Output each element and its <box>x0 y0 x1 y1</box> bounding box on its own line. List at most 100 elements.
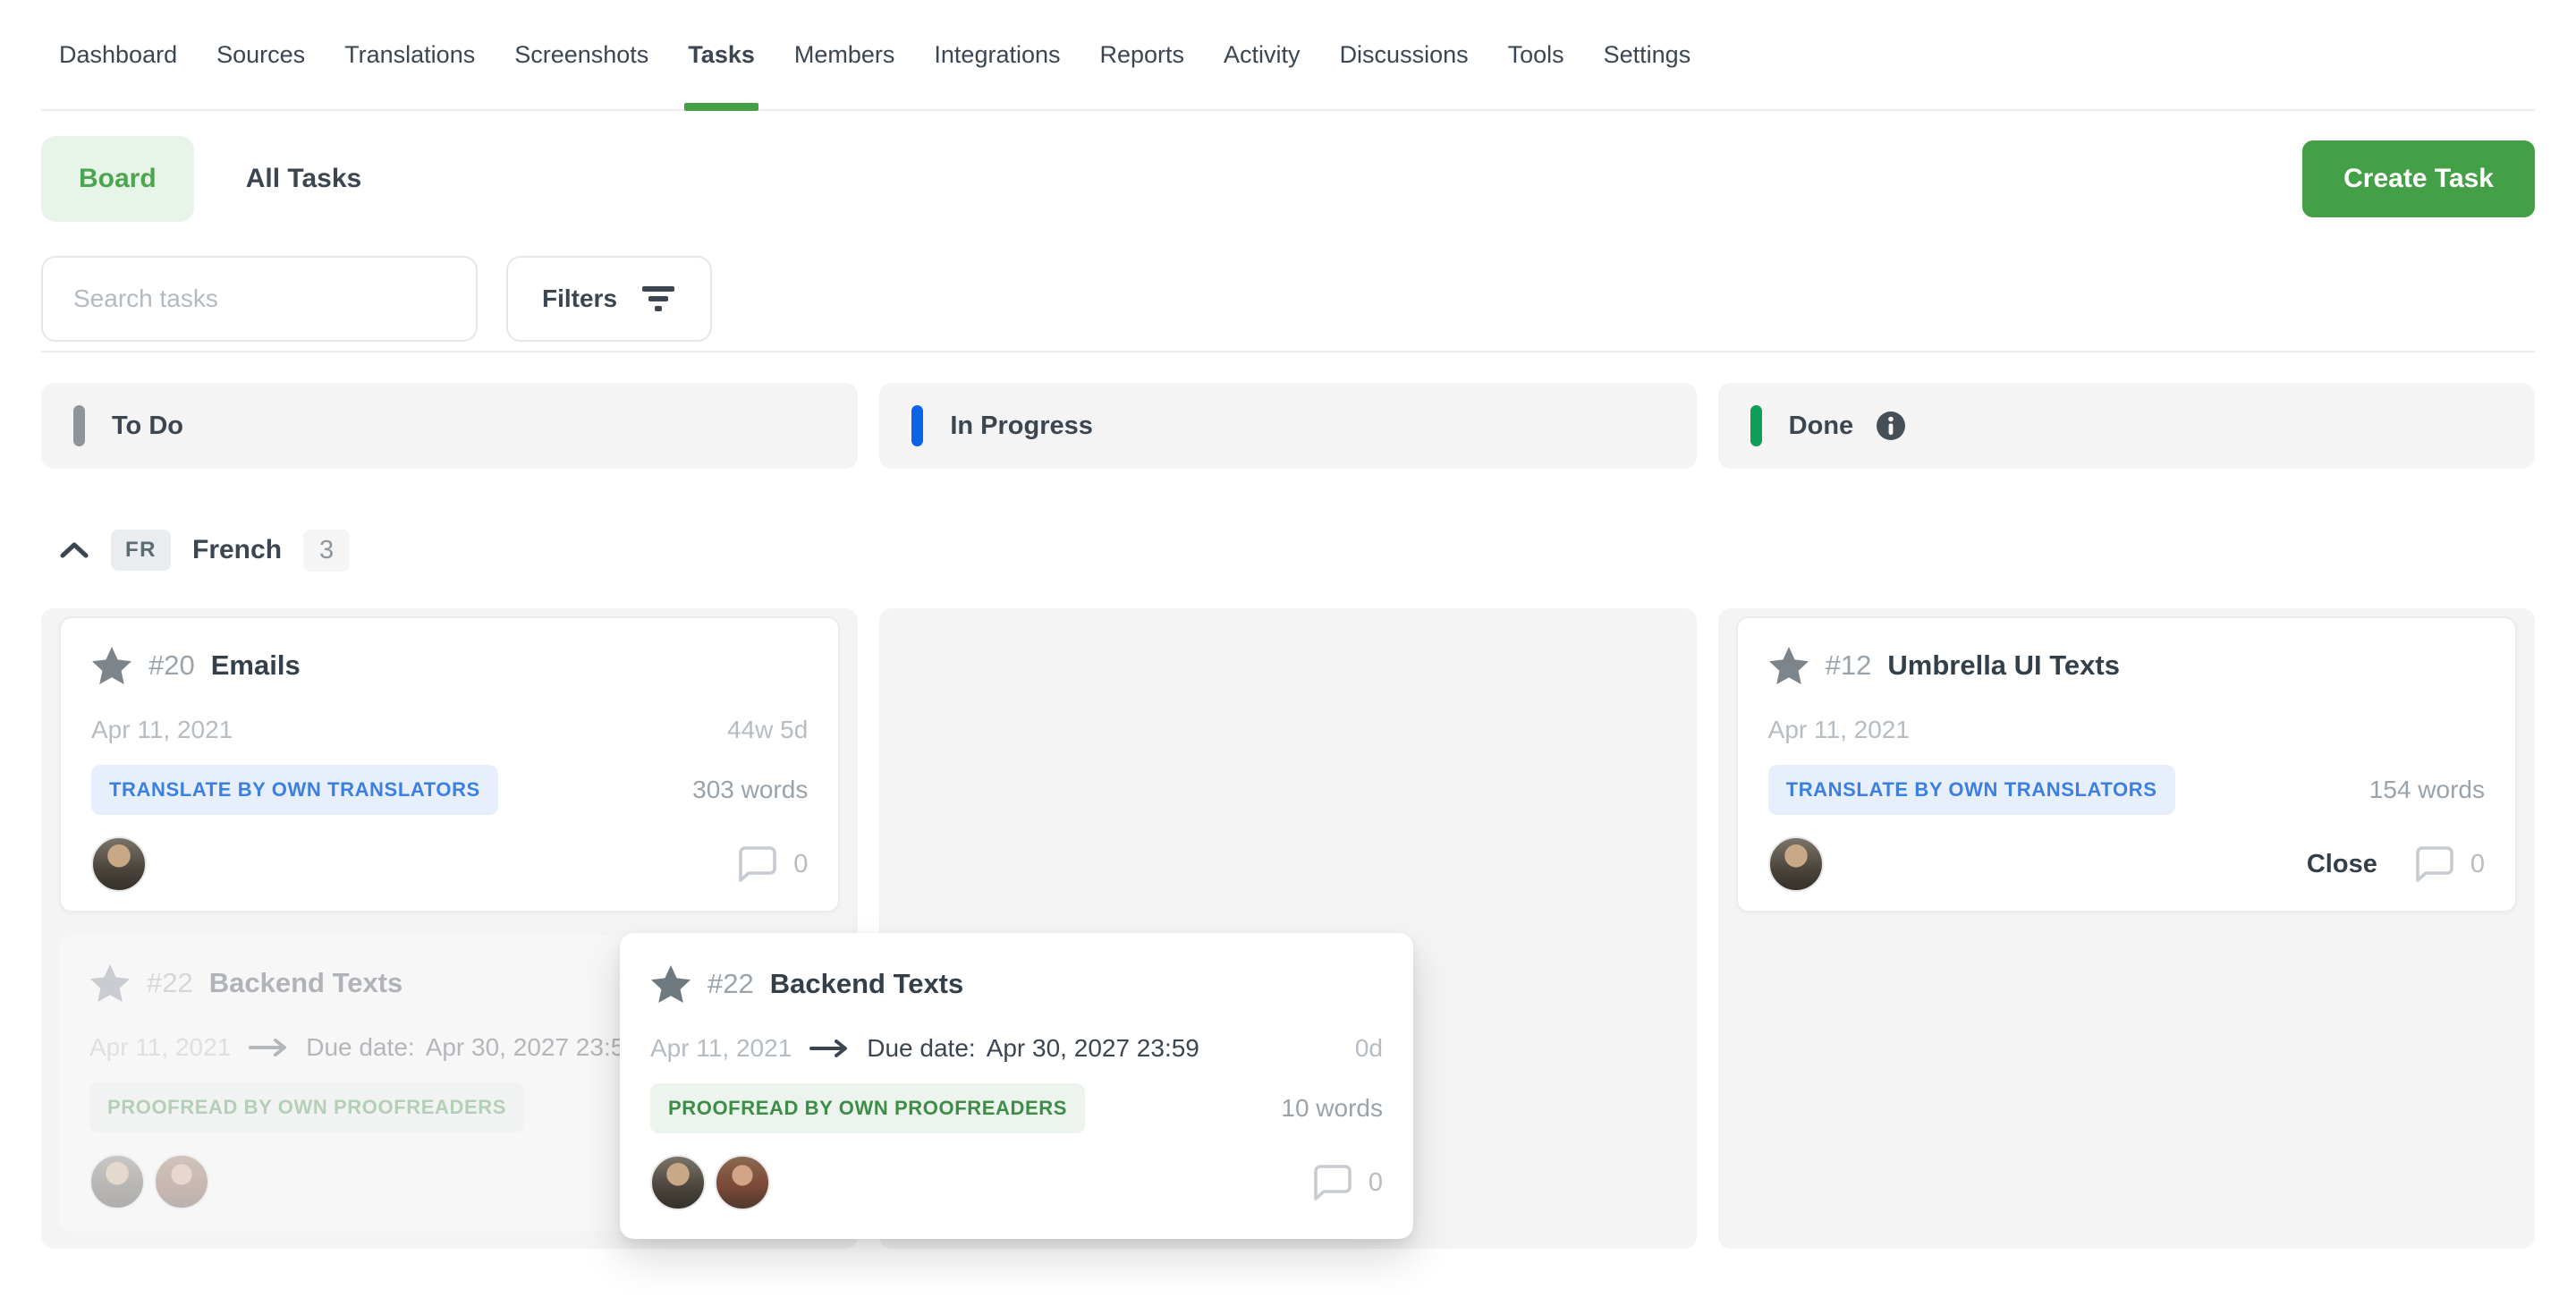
avatar <box>154 1154 209 1209</box>
tab-board[interactable]: Board <box>41 136 194 222</box>
filters-button-label: Filters <box>542 284 617 313</box>
card-footer: Close 0 <box>1768 836 2485 892</box>
task-card-emails[interactable]: #20 Emails Apr 11, 2021 44w 5d TRANSLATE… <box>59 616 840 912</box>
task-date: Apr 11, 2021 <box>650 1034 792 1063</box>
task-type-tag: TRANSLATE BY OWN TRANSLATORS <box>1768 765 2175 815</box>
column-header-label: Done <box>1789 411 1854 441</box>
avatar <box>91 836 147 892</box>
assignee-avatars <box>1768 836 1824 892</box>
card-footer-actions: Close 0 <box>2307 844 2485 884</box>
avatar <box>89 1154 145 1209</box>
in-progress-status-bar <box>911 405 923 446</box>
speech-bubble-icon <box>736 844 777 884</box>
nav-item-integrations[interactable]: Integrations <box>914 0 1080 109</box>
card-meta-row: Apr 11, 2021 <box>1768 715 2485 745</box>
avatar <box>1768 836 1824 892</box>
due-date-label: Due date: <box>867 1034 975 1063</box>
card-title-row: #22 Backend Texts <box>650 963 1383 1005</box>
column-done: #12 Umbrella UI Texts Apr 11, 2021 TRANS… <box>1718 608 2535 1249</box>
card-tag-row: PROOFREAD BY OWN PROOFREADERS 10 words <box>650 1085 1383 1132</box>
task-title: Emails <box>211 649 301 682</box>
card-tag-row: TRANSLATE BY OWN TRANSLATORS 303 words <box>91 767 808 813</box>
task-word-count: 10 words <box>1281 1094 1383 1123</box>
star-icon[interactable] <box>650 964 691 1004</box>
task-time-left: 0d <box>1355 1034 1383 1063</box>
tasks-board-page: Dashboard Sources Translations Screensho… <box>0 0 2576 1298</box>
filter-lines-icon <box>640 284 676 314</box>
nav-item-activity[interactable]: Activity <box>1204 0 1320 109</box>
nav-item-settings[interactable]: Settings <box>1584 0 1711 109</box>
column-headers: To Do In Progress Done <box>41 383 2535 469</box>
nav-item-translations[interactable]: Translations <box>325 0 495 109</box>
avatar <box>715 1155 770 1210</box>
star-icon[interactable] <box>1768 646 1809 685</box>
card-meta-row: Apr 11, 2021 44w 5d <box>91 715 808 745</box>
arrow-right-icon <box>809 1038 849 1059</box>
star-icon[interactable] <box>91 646 132 685</box>
card-footer: 0 <box>91 836 808 892</box>
card-title-row: #12 Umbrella UI Texts <box>1768 645 2485 686</box>
avatar <box>650 1155 706 1210</box>
task-card-umbrella[interactable]: #12 Umbrella UI Texts Apr 11, 2021 TRANS… <box>1736 616 2517 912</box>
nav-item-reports[interactable]: Reports <box>1080 0 1205 109</box>
task-id: #22 <box>708 968 754 1000</box>
view-toggle-row: Board All Tasks Create Task <box>41 134 2535 224</box>
comments-control[interactable]: 0 <box>736 844 808 884</box>
column-header-done: Done <box>1718 383 2535 469</box>
top-navigation: Dashboard Sources Translations Screensho… <box>41 0 2535 111</box>
chevron-up-icon[interactable] <box>59 541 89 559</box>
section-divider <box>41 351 2535 352</box>
card-tag-row: TRANSLATE BY OWN TRANSLATORS 154 words <box>1768 767 2485 813</box>
tab-all-tasks[interactable]: All Tasks <box>246 164 362 194</box>
card-title-row: #20 Emails <box>91 645 808 686</box>
assignee-avatars <box>91 836 147 892</box>
nav-item-tools[interactable]: Tools <box>1488 0 1584 109</box>
comments-control[interactable]: 0 <box>1311 1163 1383 1202</box>
column-header-in-progress: In Progress <box>879 383 1696 469</box>
task-card-backend-dragging[interactable]: #22 Backend Texts Apr 11, 2021 Due date:… <box>620 933 1413 1239</box>
assignee-avatars <box>650 1155 770 1210</box>
task-title: Backend Texts <box>770 968 964 1000</box>
task-date: Apr 11, 2021 <box>91 716 233 744</box>
due-date-value: Apr 30, 2027 23:59 <box>426 1033 639 1062</box>
speech-bubble-icon <box>1311 1163 1352 1202</box>
speech-bubble-icon[interactable] <box>2413 844 2454 884</box>
nav-item-members[interactable]: Members <box>775 0 915 109</box>
task-type-tag: PROOFREAD BY OWN PROOFREADERS <box>89 1082 524 1133</box>
assignee-avatars <box>89 1154 209 1209</box>
task-id: #12 <box>1826 649 1872 682</box>
language-code-badge: FR <box>111 530 171 571</box>
task-id: #22 <box>147 967 193 999</box>
task-word-count: 303 words <box>692 776 808 804</box>
arrow-right-icon <box>249 1037 288 1058</box>
nav-item-tasks[interactable]: Tasks <box>668 0 775 109</box>
comment-count: 0 <box>1368 1168 1383 1198</box>
due-date-label: Due date: <box>306 1033 414 1062</box>
task-id: #20 <box>148 649 195 682</box>
card-meta-row: Apr 11, 2021 Due date: Apr 30, 2027 23:5… <box>650 1033 1383 1064</box>
info-circle-icon[interactable] <box>1875 410 1907 442</box>
star-icon <box>89 963 131 1003</box>
nav-item-dashboard[interactable]: Dashboard <box>41 0 197 109</box>
task-date: Apr 11, 2021 <box>1768 716 1910 744</box>
filters-button[interactable]: Filters <box>506 256 712 342</box>
column-header-label: In Progress <box>950 411 1093 441</box>
task-count-badge: 3 <box>303 530 350 572</box>
search-input[interactable] <box>41 256 478 342</box>
column-header-label: To Do <box>112 411 183 441</box>
close-task-link[interactable]: Close <box>2307 850 2377 879</box>
card-footer: 0 <box>650 1155 1383 1210</box>
create-task-button[interactable]: Create Task <box>2302 140 2535 217</box>
task-type-tag: TRANSLATE BY OWN TRANSLATORS <box>91 765 498 815</box>
nav-item-screenshots[interactable]: Screenshots <box>495 0 668 109</box>
column-header-todo: To Do <box>41 383 858 469</box>
nav-item-discussions[interactable]: Discussions <box>1320 0 1488 109</box>
comment-count: 0 <box>2470 850 2485 879</box>
language-name: French <box>192 535 282 565</box>
done-status-bar <box>1750 405 1762 446</box>
nav-item-sources[interactable]: Sources <box>197 0 325 109</box>
language-group-row: FR French 3 <box>59 526 350 574</box>
task-date: Apr 11, 2021 <box>89 1033 231 1062</box>
filter-row: Filters <box>41 256 712 342</box>
task-title: Umbrella UI Texts <box>1887 649 2120 682</box>
